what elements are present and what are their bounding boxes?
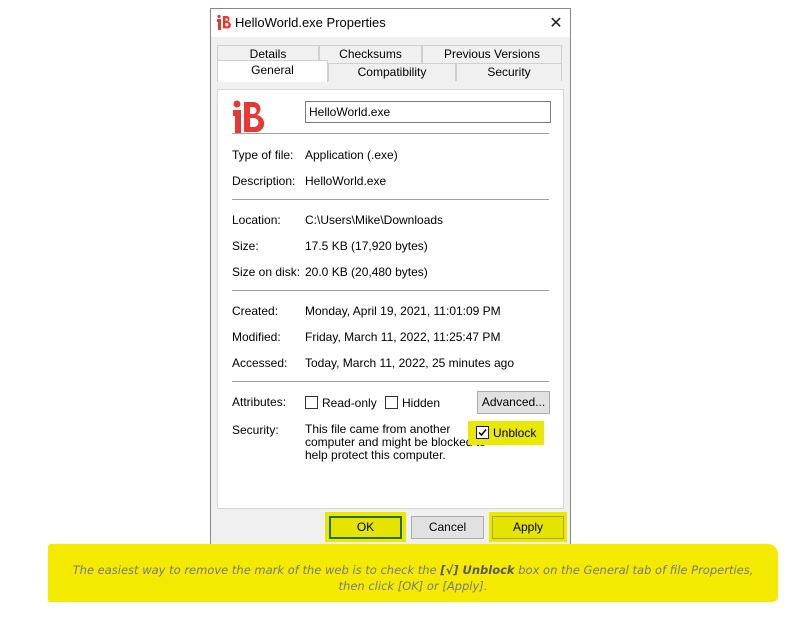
- size-on-disk-value: 20.0 KB (20,480 bytes): [305, 265, 428, 279]
- size-value: 17.5 KB (17,920 bytes): [305, 239, 428, 253]
- size-on-disk-label: Size on disk:: [232, 265, 301, 279]
- divider: [232, 290, 549, 291]
- title-bar: HelloWorld.exe Properties ✕: [211, 9, 570, 37]
- description-value: HelloWorld.exe: [305, 174, 387, 188]
- tab-general[interactable]: General: [217, 60, 328, 82]
- created-value: Monday, April 19, 2021, 11:01:09 PM: [305, 304, 501, 318]
- tab-label: Checksums: [339, 47, 402, 61]
- properties-dialog: HelloWorld.exe Properties ✕ Details Chec…: [210, 8, 571, 546]
- created-label: Created:: [232, 304, 279, 318]
- app-logo-icon: [233, 100, 265, 134]
- tab-label: Previous Versions: [443, 47, 541, 61]
- caption-text: box on the General tab of file Propertie…: [518, 563, 754, 577]
- tab-checksums[interactable]: Checksums: [319, 45, 422, 63]
- description-label: Description:: [232, 174, 296, 188]
- hidden-checkbox[interactable]: [385, 396, 398, 409]
- general-tab-panel: Type of file: Application (.exe) Descrip…: [217, 89, 564, 509]
- close-icon: ✕: [549, 15, 563, 32]
- divider: [232, 199, 549, 200]
- location-label: Location:: [232, 213, 281, 227]
- security-line: help protect this computer.: [305, 448, 446, 462]
- tab-previous-versions[interactable]: Previous Versions: [422, 45, 562, 63]
- unblock-checkbox[interactable]: [476, 426, 489, 439]
- checkmark-icon: [478, 429, 487, 437]
- advanced-button[interactable]: Advanced...: [477, 391, 550, 414]
- ok-button[interactable]: OK: [329, 516, 402, 539]
- modified-label: Modified:: [232, 330, 281, 344]
- tab-security[interactable]: Security: [456, 63, 562, 81]
- hidden-label: Hidden: [402, 396, 441, 410]
- attributes-label: Attributes:: [232, 395, 287, 409]
- caption-line-1: The easiest way to remove the mark of th…: [48, 562, 778, 578]
- caption-line-2: then click [OK] or [Apply].: [338, 579, 488, 593]
- app-logo-icon: [215, 14, 233, 32]
- readonly-label: Read-only: [322, 396, 377, 410]
- filename-input[interactable]: [305, 101, 551, 123]
- window-title: HelloWorld.exe Properties: [235, 15, 386, 30]
- tab-label: Security: [487, 65, 531, 79]
- apply-button[interactable]: Apply: [492, 516, 564, 539]
- tab-compatibility[interactable]: Compatibility: [328, 63, 456, 81]
- readonly-checkbox[interactable]: [305, 396, 318, 409]
- cancel-button[interactable]: Cancel: [411, 516, 484, 539]
- divider: [232, 381, 549, 382]
- type-label: Type of file:: [232, 148, 294, 162]
- tab-label: Details: [249, 47, 287, 61]
- location-value: C:\Users\Mike\Downloads: [305, 213, 444, 227]
- modified-value: Friday, March 11, 2022, 11:25:47 PM: [305, 330, 501, 344]
- accessed-label: Accessed:: [232, 356, 288, 370]
- security-message: This file came from another computer and…: [305, 423, 486, 462]
- caption-emphasis: [√] Unblock: [440, 563, 515, 577]
- accessed-value: Today, March 11, 2022, 25 minutes ago: [305, 356, 515, 370]
- tab-label: General: [251, 63, 294, 77]
- unblock-label: Unblock: [493, 426, 537, 440]
- size-label: Size:: [232, 239, 259, 253]
- caption-text: The easiest way to remove the mark of th…: [72, 563, 437, 577]
- tab-label: Compatibility: [357, 65, 427, 79]
- close-button[interactable]: ✕: [544, 11, 568, 35]
- security-label: Security:: [232, 423, 279, 437]
- instruction-caption: The easiest way to remove the mark of th…: [48, 562, 778, 594]
- divider: [232, 133, 549, 134]
- type-value: Application (.exe): [305, 148, 398, 162]
